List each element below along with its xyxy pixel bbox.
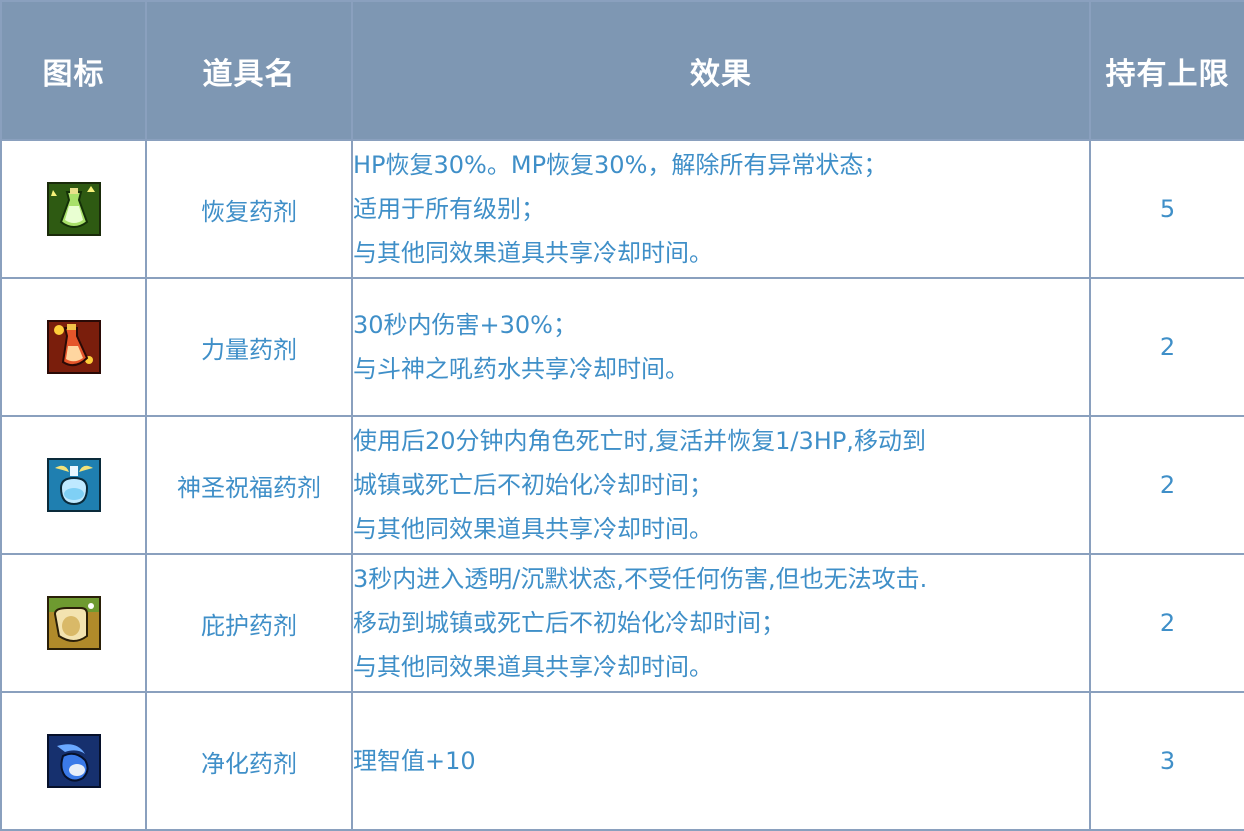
- header-effect: 效果: [351, 0, 1091, 141]
- table-row: 神圣祝福药剂 使用后20分钟内角色死亡时,复活并恢复1/3HP,移动到 城镇或死…: [0, 415, 1244, 555]
- item-effect: HP恢复30%。MP恢复30%，解除所有异常状态； 适用于所有级别； 与其他同效…: [351, 139, 1091, 279]
- header-row: 图标 道具名 效果 持有上限: [0, 0, 1244, 141]
- table-row: 庇护药剂 3秒内进入透明/沉默状态,不受任何伤害,但也无法攻击. 移动到城镇或死…: [0, 553, 1244, 693]
- table-row: 净化药剂 理智值+10 3: [0, 691, 1244, 831]
- effect-line: 移动到城镇或死亡后不初始化冷却时间；: [353, 609, 785, 637]
- icon-cell: [0, 691, 147, 831]
- item-effect: 理智值+10: [351, 691, 1091, 831]
- holy-blessing-potion-icon: [46, 458, 101, 512]
- item-effect: 使用后20分钟内角色死亡时,复活并恢复1/3HP,移动到 城镇或死亡后不初始化冷…: [351, 415, 1091, 555]
- header-limit: 持有上限: [1089, 0, 1244, 141]
- item-name: 神圣祝福药剂: [145, 415, 353, 555]
- item-limit: 2: [1089, 277, 1244, 417]
- item-name: 庇护药剂: [145, 553, 353, 693]
- recovery-potion-icon: [46, 182, 101, 236]
- table-row: 恢复药剂 HP恢复30%。MP恢复30%，解除所有异常状态； 适用于所有级别； …: [0, 139, 1244, 279]
- effect-line: 理智值+10: [353, 747, 476, 775]
- effect-line: HP恢复30%。MP恢复30%，解除所有异常状态；: [353, 151, 888, 179]
- icon-cell: [0, 139, 147, 279]
- item-limit: 3: [1089, 691, 1244, 831]
- item-effect: 30秒内伤害+30%； 与斗神之吼药水共享冷却时间。: [351, 277, 1091, 417]
- shelter-potion-icon: [46, 596, 101, 650]
- effect-line: 3秒内进入透明/沉默状态,不受任何伤害,但也无法攻击.: [353, 565, 928, 593]
- item-limit: 2: [1089, 415, 1244, 555]
- effect-line: 与其他同效果道具共享冷却时间。: [353, 515, 713, 543]
- effect-line: 与其他同效果道具共享冷却时间。: [353, 239, 713, 267]
- items-table: 图标 道具名 效果 持有上限 恢复药剂 HP恢复30%。MP恢复30%，解除所有…: [0, 0, 1244, 831]
- effect-line: 使用后20分钟内角色死亡时,复活并恢复1/3HP,移动到: [353, 427, 926, 455]
- icon-cell: [0, 277, 147, 417]
- item-limit: 2: [1089, 553, 1244, 693]
- item-limit: 5: [1089, 139, 1244, 279]
- effect-line: 与其他同效果道具共享冷却时间。: [353, 653, 713, 681]
- item-name: 恢复药剂: [145, 139, 353, 279]
- table-row: 力量药剂 30秒内伤害+30%； 与斗神之吼药水共享冷却时间。 2: [0, 277, 1244, 417]
- item-name: 净化药剂: [145, 691, 353, 831]
- header-icon: 图标: [0, 0, 147, 141]
- icon-cell: [0, 415, 147, 555]
- effect-line: 城镇或死亡后不初始化冷却时间；: [353, 471, 713, 499]
- purification-potion-icon: [46, 734, 101, 788]
- effect-line: 适用于所有级别；: [353, 195, 545, 223]
- header-name: 道具名: [145, 0, 353, 141]
- effect-line: 与斗神之吼药水共享冷却时间。: [353, 355, 689, 383]
- item-name: 力量药剂: [145, 277, 353, 417]
- power-potion-icon: [46, 320, 101, 374]
- item-effect: 3秒内进入透明/沉默状态,不受任何伤害,但也无法攻击. 移动到城镇或死亡后不初始…: [351, 553, 1091, 693]
- effect-line: 30秒内伤害+30%；: [353, 311, 577, 339]
- icon-cell: [0, 553, 147, 693]
